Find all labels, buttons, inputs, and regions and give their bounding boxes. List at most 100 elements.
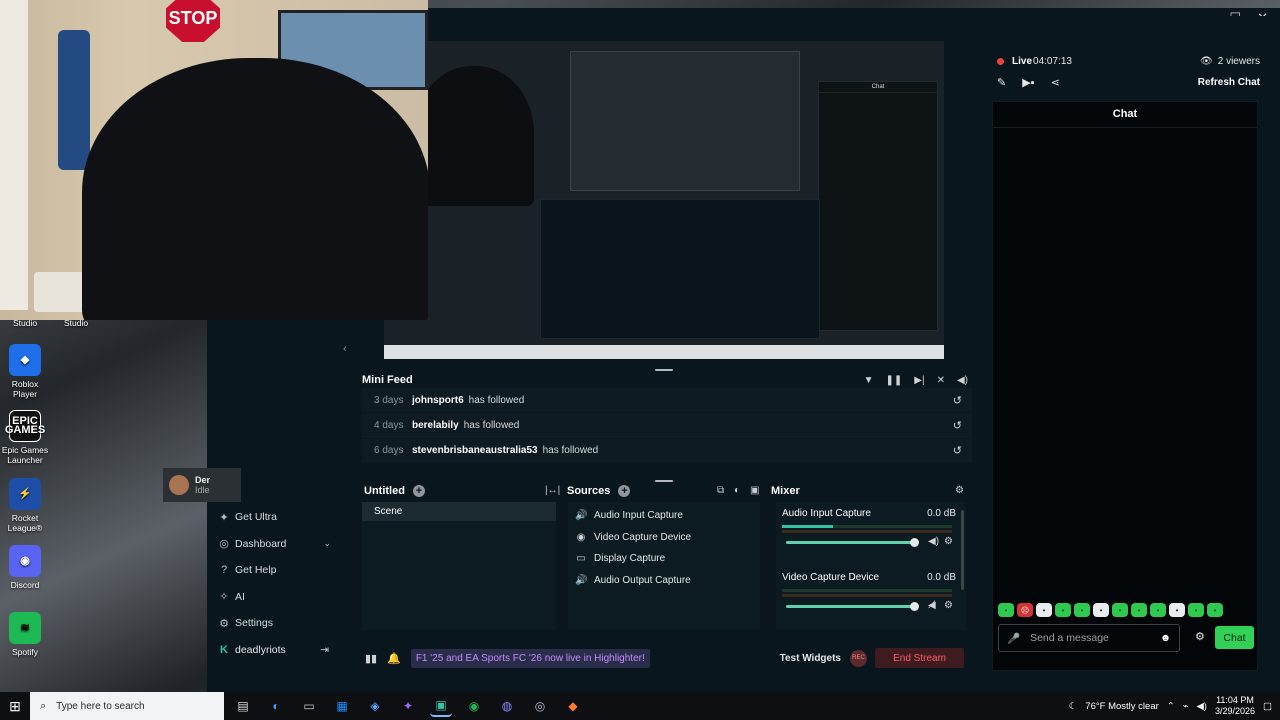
copilot-icon[interactable]: ✦ bbox=[397, 695, 419, 717]
mixer-scrollbar[interactable] bbox=[961, 510, 964, 590]
collapse-left-icon[interactable]: ‹ bbox=[343, 343, 347, 355]
volume-slider-knob[interactable] bbox=[910, 602, 919, 611]
source-item[interactable]: ◉ Video Capture Device bbox=[568, 527, 760, 549]
stream-preview[interactable]: Chat bbox=[384, 41, 944, 359]
streamlabs-icon[interactable]: ▣ bbox=[430, 695, 452, 717]
source-item[interactable]: ▭ Display Capture bbox=[568, 548, 760, 570]
mute-alerts-icon[interactable]: ✕ bbox=[937, 375, 945, 386]
volume-icon[interactable]: ◀) bbox=[957, 375, 968, 386]
test-widgets-button[interactable]: Test Widgets bbox=[780, 653, 841, 664]
edit-stream-info-icon[interactable]: ✎ bbox=[997, 76, 1006, 89]
steam-icon[interactable]: ◎ bbox=[529, 695, 551, 717]
highlighter-banner[interactable]: F1 '25 and EA Sports FC '26 now live in … bbox=[410, 648, 650, 668]
nav-settings[interactable]: ⚙ Settings bbox=[207, 610, 337, 637]
roblox-player-shortcut[interactable]: ◆ Roblox Player bbox=[0, 344, 50, 399]
feed-event-row: 6 days stevenbrisbaneaustralia53 has fol… bbox=[362, 438, 972, 464]
source-item[interactable]: 🔊 Audio Output Capture bbox=[568, 570, 760, 592]
emote-icon[interactable]: • bbox=[1188, 603, 1204, 617]
replay-icon[interactable]: ↺ bbox=[953, 394, 962, 407]
emote-icon[interactable]: • bbox=[998, 603, 1014, 617]
emote-icon[interactable]: • bbox=[1207, 603, 1223, 617]
nav-ai[interactable]: ✧ AI bbox=[207, 584, 337, 611]
scene-transition-icon[interactable]: |↔| bbox=[545, 485, 560, 496]
end-stream-button[interactable]: End Stream bbox=[875, 648, 964, 668]
add-scene-button[interactable]: + bbox=[412, 485, 425, 497]
scene-collection-title[interactable]: Untitled bbox=[364, 485, 405, 497]
emote-icon[interactable]: ☹ bbox=[1017, 603, 1033, 617]
scene-item[interactable]: Scene bbox=[362, 502, 556, 521]
nav-dashboard[interactable]: ◎ Dashboard ⌄ bbox=[207, 531, 337, 558]
source-folder-icon[interactable]: ▣ bbox=[750, 485, 759, 496]
chevron-down-icon[interactable]: ⌄ bbox=[323, 538, 331, 549]
task-view-icon[interactable]: ▤ bbox=[232, 695, 254, 717]
emoji-icon[interactable]: ☻ bbox=[1160, 632, 1171, 644]
tray-overflow-icon[interactable]: ⌃ bbox=[1167, 701, 1175, 712]
windows-start-icon[interactable]: ⊞ bbox=[0, 692, 30, 720]
emote-icon[interactable]: • bbox=[1131, 603, 1147, 617]
weather-label[interactable]: 76°F Mostly clear bbox=[1085, 701, 1159, 712]
filter-icon[interactable]: ▼ bbox=[864, 375, 874, 386]
share-icon[interactable]: ⋖ bbox=[1051, 76, 1060, 89]
resize-handle[interactable] bbox=[655, 480, 673, 482]
clip-icon[interactable]: ▶▪ bbox=[1022, 76, 1034, 89]
emote-icon[interactable]: • bbox=[1169, 603, 1185, 617]
volume-slider[interactable] bbox=[786, 538, 919, 547]
chat-message-input[interactable]: 🎤 Send a message ☻ bbox=[998, 624, 1180, 652]
emote-icon[interactable]: • bbox=[1055, 603, 1071, 617]
spotify-shortcut[interactable]: ≋ Spotify bbox=[0, 612, 50, 657]
feed-event-time: 6 days bbox=[374, 445, 404, 457]
emote-icon[interactable]: • bbox=[1036, 603, 1052, 617]
game-launcher-icon[interactable]: ◆ bbox=[562, 695, 584, 717]
volume-icon[interactable]: ◀) bbox=[928, 536, 939, 547]
source-group-icon[interactable]: ⧉ bbox=[717, 485, 724, 496]
replay-icon[interactable]: ↺ bbox=[953, 419, 962, 432]
resize-handle[interactable] bbox=[655, 369, 673, 371]
skip-icon[interactable]: ▶| bbox=[914, 375, 924, 386]
emote-icon[interactable]: • bbox=[1112, 603, 1128, 617]
nav-account[interactable]: K deadlyriots ⇥ bbox=[207, 637, 337, 664]
epic-games-icon: EPIC GAMES bbox=[5, 410, 45, 442]
rocket-league-shortcut[interactable]: ⚡ Rocket League® bbox=[0, 478, 50, 533]
source-item[interactable]: 🔊 Audio Input Capture bbox=[568, 505, 760, 527]
nav-get-help[interactable]: ? Get Help bbox=[207, 557, 337, 584]
emote-icon[interactable]: • bbox=[1150, 603, 1166, 617]
taskbar-search[interactable]: ⌕ Type here to search bbox=[30, 692, 224, 720]
notification-bell-icon[interactable]: 🔔 bbox=[387, 652, 401, 665]
speaker-icon[interactable]: ◀) bbox=[1196, 701, 1206, 712]
emote-icon[interactable]: • bbox=[1093, 603, 1109, 617]
gear-icon[interactable]: ⚙ bbox=[944, 536, 953, 547]
edge-icon[interactable]: ◐ bbox=[265, 695, 287, 717]
emote-icon[interactable]: • bbox=[1074, 603, 1090, 617]
network-icon[interactable]: ⌁ bbox=[1183, 701, 1189, 712]
source-filter-icon[interactable]: ◐ bbox=[734, 485, 740, 496]
user-chip[interactable]: Der Idle bbox=[163, 468, 241, 502]
webcam-towel bbox=[58, 30, 90, 170]
volume-slider-knob[interactable] bbox=[910, 538, 919, 547]
discord-shortcut[interactable]: ◉ Discord bbox=[0, 545, 50, 590]
nav-get-ultra[interactable]: ✦ Get Ultra bbox=[207, 504, 337, 531]
logout-icon[interactable]: ⇥ bbox=[320, 644, 329, 656]
discord-icon[interactable]: ◍ bbox=[496, 695, 518, 717]
muted-volume-icon[interactable]: ◀̸ bbox=[928, 600, 936, 611]
store-icon[interactable]: ▦ bbox=[331, 695, 353, 717]
send-chat-button[interactable]: Chat bbox=[1215, 626, 1254, 649]
spotify-icon[interactable]: ◉ bbox=[463, 695, 485, 717]
record-button[interactable]: REC bbox=[850, 649, 867, 667]
replay-icon[interactable]: ↺ bbox=[953, 444, 962, 457]
teams-icon[interactable]: ◈ bbox=[364, 695, 386, 717]
performance-icon[interactable]: ▮▮ bbox=[365, 652, 377, 665]
epic-games-launcher-shortcut[interactable]: EPIC GAMES Epic Games Launcher bbox=[0, 410, 50, 465]
volume-slider[interactable] bbox=[786, 602, 919, 611]
gear-icon[interactable]: ⚙ bbox=[944, 600, 953, 611]
taskbar-clock[interactable]: 11:04 PM 3/29/2026 bbox=[1215, 695, 1255, 717]
gear-icon[interactable]: ⚙ bbox=[1195, 630, 1205, 643]
left-nav: ✦ Get Ultra ◎ Dashboard ⌄ ? Get Help ✧ A… bbox=[207, 504, 337, 663]
file-explorer-icon[interactable]: ▭ bbox=[298, 695, 320, 717]
chat-title: Chat bbox=[993, 102, 1257, 128]
microphone-icon[interactable]: 🎤 bbox=[1007, 632, 1020, 645]
refresh-chat-button[interactable]: Refresh Chat bbox=[1198, 77, 1260, 88]
pause-icon[interactable]: ❚❚ bbox=[886, 375, 903, 386]
add-source-button[interactable]: + bbox=[618, 485, 631, 497]
mixer-settings-icon[interactable]: ⚙ bbox=[955, 485, 964, 496]
notification-icon[interactable]: ▢ bbox=[1263, 701, 1272, 712]
